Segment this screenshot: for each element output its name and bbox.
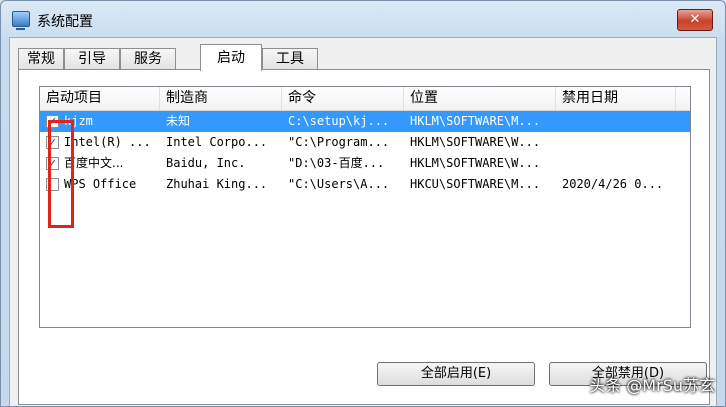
monitor-icon: [12, 11, 30, 30]
cell-date: 2020/4/26 0...: [562, 177, 664, 191]
column-header-location[interactable]: 位置: [404, 87, 556, 110]
cell-command: "C:\Users\A...: [288, 177, 390, 191]
tab-services[interactable]: 服务: [120, 48, 176, 69]
cell-item: WPS Office: [64, 177, 137, 191]
window-title: 系统配置: [37, 14, 93, 30]
checkbox-highlight-box: [48, 120, 74, 228]
list-item[interactable]: ✓ kjzm 未知 C:\setup\kj... HKLM\SOFTWARE\M…: [40, 111, 690, 132]
tab-startup[interactable]: 启动: [200, 44, 262, 71]
cell-command: "D:\03-百度...: [288, 156, 385, 170]
cell-vendor: Intel Corpo...: [166, 135, 268, 149]
cell-item: kjzm: [64, 114, 93, 128]
list-item[interactable]: ✓ 百度中文... Baidu, Inc. "D:\03-百度... HKLM\…: [40, 153, 690, 174]
column-header-command[interactable]: 命令: [282, 87, 404, 110]
column-header-vendor[interactable]: 制造商: [160, 87, 282, 110]
list-header: 启动项目 制造商 命令 位置 禁用日期: [40, 87, 690, 111]
cell-date: [562, 111, 674, 132]
startup-panel: 启动项目 制造商 命令 位置 禁用日期 ✓ kjzm 未知 C:\setup\k…: [18, 69, 710, 405]
column-header-item[interactable]: 启动项目: [40, 87, 160, 110]
startup-list[interactable]: 启动项目 制造商 命令 位置 禁用日期 ✓ kjzm 未知 C:\setup\k…: [39, 86, 691, 328]
cell-vendor: Baidu, Inc.: [166, 156, 246, 170]
cell-location: HKLM\SOFTWARE\W...: [410, 156, 541, 170]
column-header-date[interactable]: 禁用日期: [556, 87, 676, 110]
cell-command: "C:\Program...: [288, 135, 390, 149]
cell-vendor: 未知: [166, 114, 191, 128]
system-config-window: 系统配置 ✕ 常规 引导 服务 启动 工具 启动项目 制造商 命令 位置 禁用日…: [0, 0, 726, 407]
list-item[interactable]: WPS Office Zhuhai King... "C:\Users\A...…: [40, 174, 690, 195]
tab-boot[interactable]: 引导: [64, 48, 120, 69]
cell-date: [562, 153, 674, 174]
tab-tools[interactable]: 工具: [262, 48, 318, 69]
cell-location: HKLM\SOFTWARE\M...: [410, 114, 541, 128]
list-item[interactable]: ✓ Intel(R) ... Intel Corpo... "C:\Progra…: [40, 132, 690, 153]
enable-all-button[interactable]: 全部启用(E): [377, 362, 535, 386]
cell-item: Intel(R) ...: [64, 135, 151, 149]
cell-location: HKLM\SOFTWARE\W...: [410, 135, 541, 149]
watermark: 头条 @MrSu苏玄: [589, 376, 715, 395]
cell-vendor: Zhuhai King...: [166, 177, 268, 191]
tab-general[interactable]: 常规: [18, 48, 64, 69]
client-area: 常规 引导 服务 启动 工具 启动项目 制造商 命令 位置 禁用日期 ✓ kjz…: [9, 37, 717, 406]
cell-date: [562, 132, 674, 153]
title-bar[interactable]: 系统配置 ✕: [1, 1, 725, 37]
cell-item: 百度中文...: [64, 156, 124, 170]
cell-command: C:\setup\kj...: [288, 114, 390, 128]
close-button[interactable]: ✕: [677, 9, 713, 31]
cell-location: HKCU\SOFTWARE\M...: [410, 177, 541, 191]
